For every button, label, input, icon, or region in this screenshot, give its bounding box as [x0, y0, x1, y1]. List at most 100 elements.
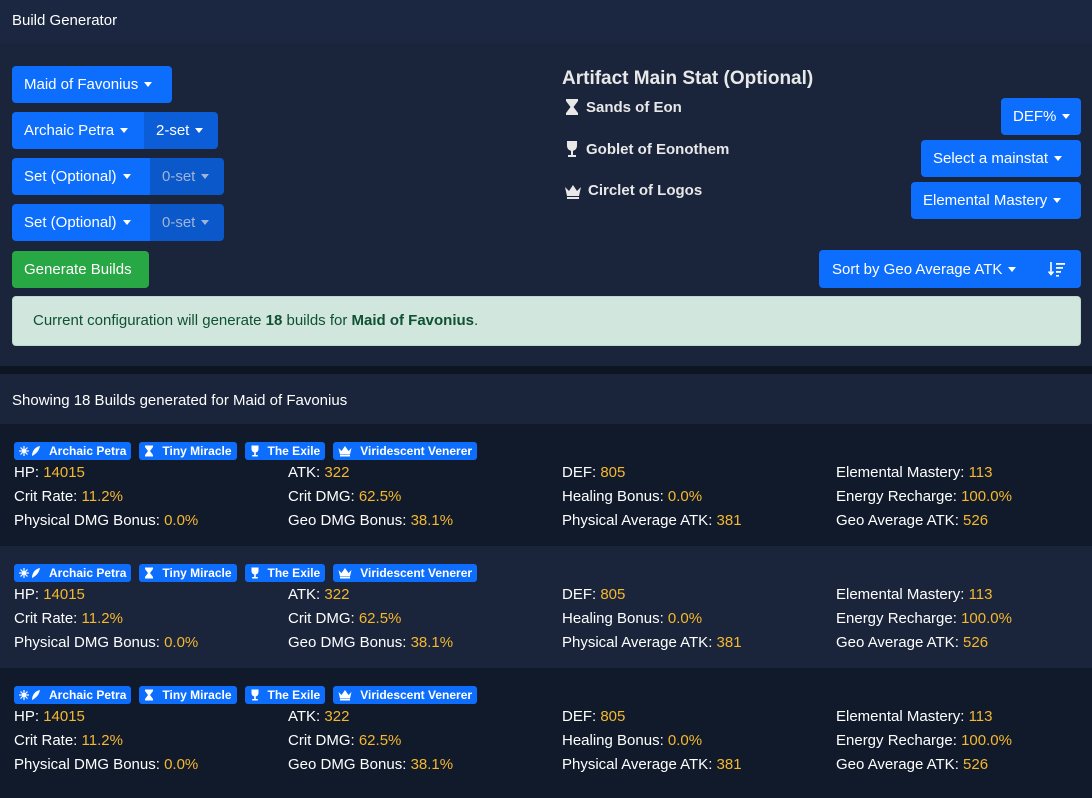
sort-direction-button[interactable]	[1033, 250, 1081, 288]
stat-em: Elemental Mastery: 113	[836, 586, 992, 603]
artifact-badge-label: Tiny Miracle	[162, 444, 232, 458]
artifact-badge: Tiny Miracle	[139, 686, 237, 704]
sort-dropdown[interactable]: Sort by Geo Average ATK	[819, 261, 1033, 278]
stat-phys-avg: Physical Average ATK: 381	[562, 512, 742, 529]
stat-crit-rate: Crit Rate: 11.2%	[14, 732, 123, 749]
stat-label: ATK:	[288, 586, 321, 603]
stat-value: 381	[716, 634, 742, 651]
stat-value: 38.1%	[410, 512, 454, 529]
set-2-dropdown[interactable]: Set (Optional)	[12, 158, 150, 195]
set-3-count-dropdown[interactable]: 0-set	[150, 204, 224, 241]
artifact-badge: Tiny Miracle	[139, 442, 237, 460]
set-3-dropdown[interactable]: Set (Optional)	[12, 204, 150, 241]
set-2-label: Set (Optional)	[24, 168, 117, 185]
stat-value: 62.5%	[358, 488, 402, 505]
stat-label: Crit DMG:	[288, 610, 355, 627]
stat-phys-dmg: Physical DMG Bonus: 0.0%	[14, 634, 198, 651]
sort-descending-icon	[1048, 262, 1065, 277]
stat-label: DEF:	[562, 708, 597, 725]
stat-label: Energy Recharge:	[836, 732, 957, 749]
crown-icon	[338, 445, 356, 457]
artifact-badges: Archaic Petra Tiny Miracle The Exile Viride…	[14, 686, 478, 704]
stat-value: 0.0%	[667, 732, 703, 749]
caret-down-icon	[120, 128, 129, 133]
sands-slot-label: Sands of Eon	[586, 98, 682, 116]
artifact-badge: Viridescent Venerer	[333, 442, 478, 460]
stat-label: DEF:	[562, 586, 597, 603]
stat-er: Energy Recharge: 100.0%	[836, 610, 1012, 627]
stat-label: HP:	[14, 464, 40, 481]
artifact-section-title: Artifact Main Stat (Optional)	[562, 68, 814, 89]
artifact-badge: Viridescent Venerer	[333, 564, 478, 582]
artifact-badge: The Exile	[244, 686, 326, 704]
crown-icon	[338, 567, 356, 579]
stat-label: ATK:	[288, 708, 321, 725]
stat-label: Geo DMG Bonus:	[288, 634, 407, 651]
stat-value: 526	[963, 756, 989, 773]
goblet-mainstat-value: Select a mainstat	[933, 150, 1049, 167]
stat-label: Healing Bonus:	[562, 732, 664, 749]
stat-value: 14015	[43, 464, 85, 481]
stat-value: 0.0%	[667, 610, 703, 627]
stat-value: 113	[968, 464, 993, 481]
stat-label: Physical Average ATK:	[562, 512, 713, 529]
circlet-slot-row: Circlet of Logos	[564, 182, 702, 199]
stat-label: Elemental Mastery:	[836, 586, 965, 603]
generate-builds-button[interactable]: Generate Builds	[12, 251, 149, 288]
build-row: Archaic Petra Tiny Miracle The Exile Viride…	[0, 424, 1092, 546]
caret-down-icon	[1054, 156, 1063, 161]
stat-label: Geo DMG Bonus:	[288, 756, 407, 773]
stat-def: DEF: 805	[562, 586, 625, 603]
stat-value: 14015	[43, 708, 85, 725]
caret-down-icon	[1008, 266, 1017, 272]
goblet-slot-row: Goblet of Eonothem	[564, 140, 729, 158]
artifact-badge-label: Viridescent Venerer	[360, 444, 473, 458]
stat-healing: Healing Bonus: 0.0%	[562, 732, 702, 749]
stat-hp: HP: 14015	[14, 586, 85, 603]
alert-prefix: Current configuration will generate	[33, 312, 266, 329]
flower-feather-icon	[19, 445, 45, 457]
stat-er: Energy Recharge: 100.0%	[836, 488, 1012, 505]
page-title: Build Generator	[12, 12, 118, 29]
stat-crit-dmg: Crit DMG: 62.5%	[288, 488, 401, 505]
artifact-badge-label: The Exile	[267, 444, 321, 458]
goblet-mainstat-dropdown[interactable]: Select a mainstat	[921, 140, 1081, 177]
stat-phys-avg: Physical Average ATK: 381	[562, 634, 742, 651]
stat-value: 526	[963, 512, 989, 529]
artifact-badge: Archaic Petra	[14, 564, 132, 582]
weapon-dropdown[interactable]: Maid of Favonius	[12, 66, 172, 103]
stat-value: 805	[600, 708, 626, 725]
stat-label: Physical Average ATK:	[562, 634, 713, 651]
stat-crit-dmg: Crit DMG: 62.5%	[288, 610, 401, 627]
stat-value: 100.0%	[961, 488, 1012, 505]
alert-middle: builds for	[282, 312, 352, 329]
hourglass-icon	[566, 99, 578, 115]
circlet-mainstat-dropdown[interactable]: Elemental Mastery	[911, 182, 1081, 219]
artifact-badge-label: Tiny Miracle	[162, 566, 232, 580]
stat-value: 100.0%	[961, 732, 1012, 749]
sands-mainstat-dropdown[interactable]: DEF%	[1001, 98, 1081, 135]
set-1-label: Archaic Petra	[24, 122, 115, 139]
set-1-dropdown[interactable]: Archaic Petra	[12, 112, 144, 149]
build-row: Archaic Petra Tiny Miracle The Exile Viride…	[0, 546, 1092, 668]
caret-down-icon	[1053, 198, 1062, 203]
stat-label: Energy Recharge:	[836, 610, 957, 627]
artifact-badge-label: Archaic Petra	[49, 688, 127, 702]
stat-crit-rate: Crit Rate: 11.2%	[14, 488, 123, 505]
caret-down-icon	[1062, 114, 1071, 119]
artifact-badge-label: The Exile	[267, 566, 321, 580]
stat-phys-dmg: Physical DMG Bonus: 0.0%	[14, 756, 198, 773]
set-2-count-dropdown[interactable]: 0-set	[150, 158, 224, 195]
set-1-count-dropdown[interactable]: 2-set	[144, 112, 218, 149]
circlet-mainstat-value: Elemental Mastery	[923, 192, 1048, 209]
stat-label: Crit DMG:	[288, 488, 355, 505]
caret-down-icon	[201, 220, 210, 225]
stat-label: Physical Average ATK:	[562, 756, 713, 773]
stat-label: Physical DMG Bonus:	[14, 756, 160, 773]
artifact-badge: The Exile	[244, 564, 326, 582]
card-header: Build Generator	[0, 0, 1092, 44]
stat-hp: HP: 14015	[14, 708, 85, 725]
stat-geo-dmg: Geo DMG Bonus: 38.1%	[288, 756, 453, 773]
caret-down-icon	[122, 220, 131, 225]
stat-value: 0.0%	[164, 634, 199, 651]
